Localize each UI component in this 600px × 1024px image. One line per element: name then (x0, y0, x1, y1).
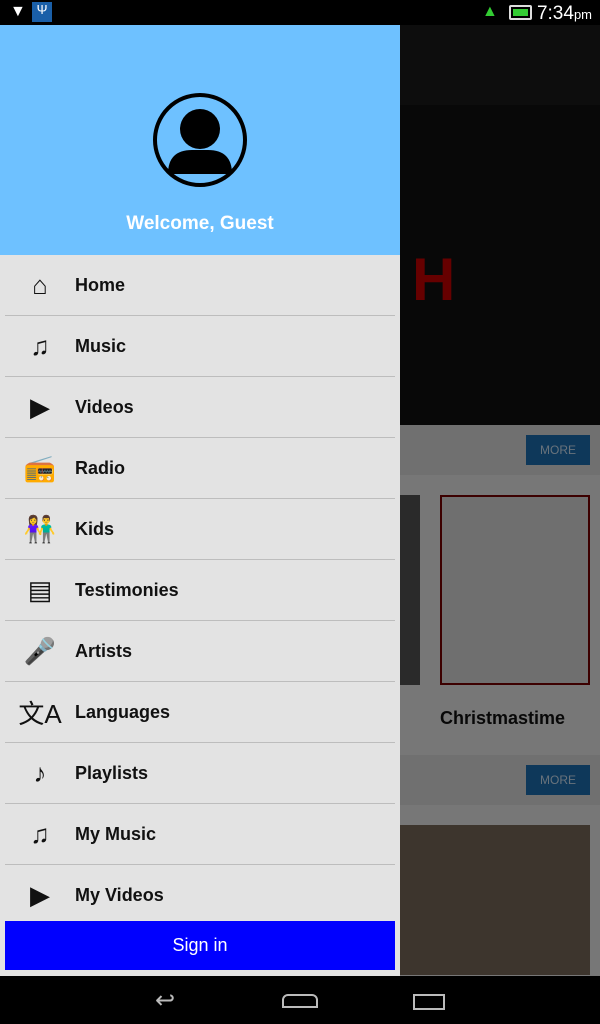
sign-in-button[interactable]: Sign in (5, 921, 395, 970)
album-cover[interactable] (400, 495, 420, 685)
film-icon: ▶ (30, 879, 50, 910)
featured-banner: H (400, 105, 600, 425)
battery-icon (509, 5, 532, 20)
album-cover[interactable] (400, 825, 590, 975)
drawer-item-label: Videos (75, 396, 134, 417)
more-button[interactable]: MORE (526, 435, 590, 465)
drawer-item-videos[interactable]: ▶ Videos (5, 377, 395, 438)
drawer-item-label: Artists (75, 640, 133, 661)
album-title[interactable]: Christmastime (440, 708, 565, 729)
radio-icon: 📻 (23, 452, 57, 483)
drawer-item-home[interactable]: ⌂ Home (5, 255, 395, 316)
translate-icon: 文A (18, 698, 62, 729)
drawer-header: Welcome, Guest (0, 25, 400, 255)
welcome-text: Welcome, Guest (126, 213, 274, 234)
album-cover[interactable] (440, 495, 590, 685)
wifi-icon: ▲ (482, 3, 498, 20)
home-icon[interactable] (282, 994, 318, 1008)
user-avatar-icon (153, 93, 247, 187)
drawer-item-label: My Music (75, 823, 157, 844)
home-icon: ⌂ (32, 269, 48, 300)
drawer-item-label: Testimonies (75, 579, 179, 600)
drawer-item-label: Kids (75, 518, 115, 539)
drawer-item-my-music[interactable]: ♫ My Music (5, 804, 395, 865)
drawer-item-languages[interactable]: 文A Languages (5, 682, 395, 743)
playlist-icon: ♪ (33, 757, 47, 788)
drawer-item-my-videos[interactable]: ▶ My Videos (5, 865, 395, 926)
notification-icon: ▼ (10, 3, 26, 20)
background-content-scrim[interactable]: H MORE Christmastime MORE (400, 25, 600, 976)
more-button[interactable]: MORE (526, 765, 590, 795)
drawer-item-radio[interactable]: 📻 Radio (5, 438, 395, 499)
drawer-item-label: Music (75, 335, 127, 356)
film-icon: ▶ (30, 391, 50, 422)
drawer-item-music[interactable]: ♫ Music (5, 316, 395, 377)
clock: 7:34pm (536, 3, 592, 24)
navigation-drawer: Welcome, Guest ⌂ Home ♫ Music ▶ Videos 📻 Radio 👫… (0, 25, 400, 976)
drawer-item-artists[interactable]: 🎤 Artists (5, 621, 395, 682)
recents-icon[interactable] (413, 994, 445, 1010)
document-icon: ▤ (27, 574, 53, 605)
drawer-item-playlists[interactable]: ♪ Playlists (5, 743, 395, 804)
music-note-icon: ♫ (30, 818, 50, 849)
drawer-item-label: Playlists (75, 762, 149, 783)
system-nav-bar: ↩ (0, 976, 600, 1024)
status-bar: ▼ Ψ ▲ 7:34pm (0, 0, 600, 25)
drawer-item-kids[interactable]: 👫 Kids (5, 499, 395, 560)
drawer-item-label: My Videos (75, 884, 164, 905)
music-note-icon: ♫ (30, 330, 50, 361)
drawer-item-label: Home (75, 274, 126, 295)
back-icon[interactable]: ↩ (155, 986, 175, 1015)
singer-icon: 🎤 (23, 635, 57, 666)
drawer-item-label: Languages (75, 701, 171, 722)
drawer-item-testimonies[interactable]: ▤ Testimonies (5, 560, 395, 621)
usb-icon: Ψ (32, 2, 52, 22)
kids-icon: 👫 (23, 513, 57, 544)
drawer-item-label: Radio (75, 457, 126, 478)
